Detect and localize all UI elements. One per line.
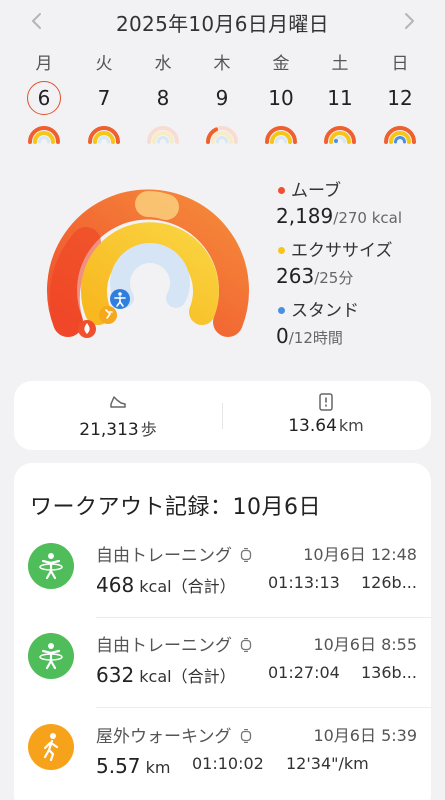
mini-ring-icon xyxy=(28,126,60,144)
exercise-label: エクササイズ xyxy=(291,241,393,261)
week-strip: 月 6 火 7 水 8 木 9 金 10 土 11 日 12 xyxy=(0,52,445,152)
day-tue[interactable]: 火 7 xyxy=(84,52,124,152)
watch-icon xyxy=(240,638,252,652)
move-goal: /270 kcal xyxy=(333,209,403,227)
weekday-label: 木 xyxy=(213,54,231,74)
day-fri[interactable]: 金 10 xyxy=(261,52,301,152)
workout-duration: 01:13:13 xyxy=(268,573,340,592)
stand-goal: /12時間 xyxy=(288,329,343,347)
date-number: 12 xyxy=(387,86,413,110)
date-title[interactable]: 2025年10月6日月曜日 xyxy=(0,8,445,37)
weekday-label: 土 xyxy=(331,54,349,74)
chevron-right-icon[interactable] xyxy=(394,6,424,36)
day-mon[interactable]: 月 6 xyxy=(24,52,64,152)
move-dot-icon xyxy=(278,186,285,194)
date-number: 9 xyxy=(215,86,229,110)
workout-name: 自由トレーニング xyxy=(96,636,232,656)
watch-icon xyxy=(240,729,251,743)
day-sat[interactable]: 土 11 xyxy=(320,52,360,152)
workout-section-title: ワークアウト記録：10月6日 xyxy=(30,495,321,520)
move-value: 2,189 xyxy=(276,204,334,228)
weekday-label: 火 xyxy=(95,54,113,74)
workout-history-card: ワークアウト記録：10月6日 自由トレーニング 10月6日 12:48 468 … xyxy=(14,463,431,800)
workout-extra: 136b... xyxy=(361,663,417,682)
steps-distance-card[interactable]: 21,313 歩 13.64 km xyxy=(14,381,431,450)
walking-icon xyxy=(28,724,74,770)
workout-unit: kcal（合計） xyxy=(139,667,236,686)
stand-value: 0 xyxy=(276,324,289,348)
workout-duration: 01:27:04 xyxy=(268,663,340,682)
mini-ring-icon xyxy=(88,126,120,144)
exercise-summary[interactable]: エクササイズ 263/25分 xyxy=(276,240,441,290)
stand-ring xyxy=(110,243,190,308)
steps-stat[interactable]: 21,313 歩 xyxy=(14,381,222,450)
activity-rings[interactable] xyxy=(46,172,250,352)
weekday-label: 月 xyxy=(35,54,53,74)
mini-ring-icon xyxy=(206,126,238,144)
workout-value: 5.57 xyxy=(96,754,141,778)
runner-icon xyxy=(99,306,117,324)
stand-dot-icon xyxy=(278,306,285,314)
workout-unit: km xyxy=(145,758,171,777)
free-training-icon xyxy=(28,633,74,679)
divider xyxy=(96,617,431,618)
steps-unit: 歩 xyxy=(140,420,157,439)
date-number: 11 xyxy=(327,86,353,110)
workout-value: 468 xyxy=(96,573,135,597)
workout-name: 自由トレーニング xyxy=(96,546,232,566)
weekday-label: 日 xyxy=(391,54,409,74)
distance-value: 13.64 xyxy=(288,416,337,436)
exercise-dot-icon xyxy=(278,246,285,254)
activity-legend: ムーブ 2,189/270 kcal エクササイズ 263/25分 スタンド 0… xyxy=(276,180,441,360)
distance-unit: km xyxy=(338,416,364,435)
workout-time: 10月6日 5:39 xyxy=(313,726,417,745)
move-summary[interactable]: ムーブ 2,189/270 kcal xyxy=(276,180,441,230)
exercise-value: 263 xyxy=(276,264,315,288)
workout-unit: kcal（合計） xyxy=(139,577,236,596)
workout-name: 屋外ウォーキング xyxy=(96,727,232,747)
map-pin-icon xyxy=(319,393,333,411)
day-sun[interactable]: 日 12 xyxy=(380,52,420,152)
date-number: 10 xyxy=(268,86,294,110)
shoe-icon xyxy=(110,396,126,408)
date-number: 7 xyxy=(97,86,111,110)
weekday-label: 水 xyxy=(154,54,172,74)
workout-time: 10月6日 8:55 xyxy=(313,635,417,654)
steps-value: 21,313 xyxy=(79,420,139,440)
watch-icon xyxy=(240,548,252,562)
exercise-goal: /25分 xyxy=(314,269,354,287)
stand-summary[interactable]: スタンド 0/12時間 xyxy=(276,300,441,350)
mini-ring-icon xyxy=(265,126,297,144)
day-wed[interactable]: 水 8 xyxy=(143,52,183,152)
mini-ring-icon xyxy=(324,126,356,144)
date-number-selected: 6 xyxy=(27,81,61,115)
stand-label: スタンド xyxy=(291,301,359,321)
workout-duration: 01:10:02 xyxy=(192,754,264,773)
daily-activity-screen: 2025年10月6日月曜日 月 6 火 7 水 8 木 9 金 10 土 11 … xyxy=(0,0,445,800)
workout-value: 632 xyxy=(96,663,135,687)
workout-extra: 126b... xyxy=(361,573,417,592)
workout-item[interactable]: 自由トレーニング 10月6日 12:48 468 kcal（合計） 01:13:… xyxy=(14,543,431,633)
weekday-label: 金 xyxy=(272,54,290,74)
workout-time: 10月6日 12:48 xyxy=(303,545,417,564)
move-label: ムーブ xyxy=(291,181,341,201)
mini-ring-icon xyxy=(384,126,416,144)
workout-item[interactable]: 自由トレーニング 10月6日 8:55 632 kcal（合計） 01:27:0… xyxy=(14,633,431,723)
workout-extra: 12'34"/km xyxy=(286,754,369,773)
date-header: 2025年10月6日月曜日 xyxy=(0,0,445,44)
workout-item[interactable]: 屋外ウォーキング 10月6日 5:39 5.57 km 01:10:02 12'… xyxy=(14,724,431,800)
free-training-icon xyxy=(28,543,74,589)
date-number: 8 xyxy=(156,86,170,110)
divider xyxy=(96,707,431,708)
distance-stat[interactable]: 13.64 km xyxy=(222,381,430,450)
mini-ring-icon xyxy=(147,126,179,144)
day-thu[interactable]: 木 9 xyxy=(202,52,242,152)
